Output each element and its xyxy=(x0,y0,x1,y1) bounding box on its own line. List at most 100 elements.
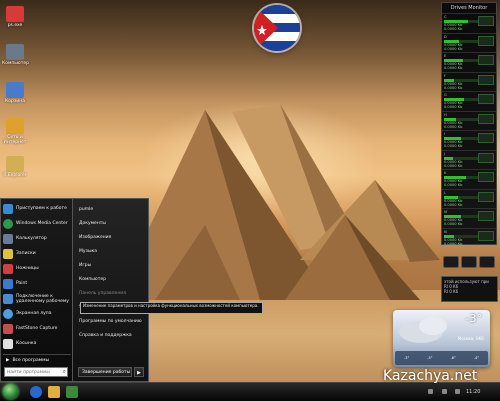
cards-icon xyxy=(3,338,13,349)
drive-graph xyxy=(478,230,494,241)
app-icon xyxy=(6,156,24,172)
watermark-text: Kazachya.net xyxy=(383,368,478,384)
program-paint[interactable]: Paint xyxy=(3,277,71,290)
link-user[interactable]: pumle xyxy=(79,207,93,212)
explorer-icon[interactable] xyxy=(48,386,60,398)
program-getting-started[interactable]: Приступаем к работе xyxy=(3,202,71,215)
program-snipping-tool[interactable]: Ножницы xyxy=(3,262,71,275)
link-help[interactable]: Справка и поддержка xyxy=(79,333,132,338)
cuba-flag-badge[interactable] xyxy=(254,5,300,51)
drive-graph xyxy=(478,55,494,65)
start-button[interactable] xyxy=(3,384,18,399)
gadget-next-button[interactable] xyxy=(479,256,495,268)
program-sticky-notes[interactable]: Записки xyxy=(3,247,71,260)
link-pictures[interactable]: Изображения xyxy=(79,235,111,240)
drive-row: I 0.0000 Kb 0.0000 Kb xyxy=(442,130,496,150)
desktop-icon-3[interactable]: Корзина xyxy=(2,82,28,104)
magnifier-icon xyxy=(3,308,13,319)
weather-temp: -3° xyxy=(465,312,482,325)
drive-row: M 0.0000 Kb 0.0000 Kb xyxy=(442,208,496,228)
drive-write: 0.0000 Kb xyxy=(444,183,463,187)
drive-graph xyxy=(478,191,494,202)
media-player-icon[interactable] xyxy=(66,386,78,398)
drive-graph xyxy=(478,16,494,26)
gadget-prev-button[interactable] xyxy=(443,256,459,268)
clock[interactable]: 11:20 xyxy=(466,389,480,395)
paint-icon xyxy=(3,278,13,289)
getting-started-icon xyxy=(3,203,13,214)
media-center-icon xyxy=(3,218,13,229)
desktop-icon-1[interactable]: ps.exe xyxy=(2,6,28,28)
drive-row: G 0.0000 Kb 0.0000 Kb xyxy=(442,91,496,111)
drive-graph xyxy=(478,113,494,124)
link-control-panel[interactable]: Панель управления xyxy=(79,291,126,296)
computer-icon xyxy=(6,44,24,60)
recycle-bin-icon xyxy=(6,82,24,98)
drive-write: 0.0000 Kb xyxy=(444,124,463,129)
desktop-icon-2[interactable]: Компьютер xyxy=(2,44,29,66)
program-faststone[interactable]: FastStone Capture xyxy=(3,322,71,335)
program-magnifier[interactable]: Экранная лупа xyxy=(3,307,71,320)
shutdown-options-icon[interactable]: ▶ xyxy=(134,367,144,377)
link-computer[interactable]: Компьютер xyxy=(79,277,106,282)
all-programs-button[interactable]: ▶ Все программы xyxy=(3,354,71,365)
app-icon xyxy=(6,6,24,22)
drive-graph xyxy=(478,172,494,182)
search-box[interactable]: ⌕ xyxy=(4,367,68,377)
search-input[interactable] xyxy=(5,368,59,376)
sticky-notes-icon xyxy=(3,248,13,259)
network-tray-icon[interactable] xyxy=(428,389,433,394)
cpu-gadget[interactable]: этой используют при RI 0 K6 RI 0 K6 xyxy=(441,276,498,302)
drive-graph xyxy=(478,74,494,85)
scissors-icon xyxy=(3,263,13,274)
drive-row: C 0.0000 Kb 0.0000 Kb xyxy=(442,13,496,33)
calculator-icon xyxy=(3,233,13,244)
drive-write: 0.0000 Kb xyxy=(444,222,463,226)
taskbar: 11:20 xyxy=(0,382,500,401)
start-menu-programs-pane: Приступаем к работе Windows Media Center… xyxy=(0,198,72,382)
program-media-center[interactable]: Windows Media Center xyxy=(3,217,71,230)
link-games[interactable]: Игры xyxy=(79,263,91,268)
drives-monitor-gadget[interactable]: Drives Monitor C 0.0000 Kb 0.0000 Kb D 0.000… xyxy=(441,2,497,247)
drive-row: N 0.0000 Kb 0.0000 Kb xyxy=(442,227,496,248)
weather-gadget[interactable]: -3° Москва, UKR -3° -5° -6° -4° xyxy=(393,310,490,367)
program-remote-desktop[interactable]: Подключение к удаленному рабочему xyxy=(3,292,71,305)
drive-write: 0.0000 Kb xyxy=(444,163,463,168)
drive-row: H 0.0000 Kb 0.0000 Kb xyxy=(442,110,496,131)
drive-write: 0.0000 Kb xyxy=(444,144,463,148)
volume-tray-icon[interactable] xyxy=(441,389,447,394)
faststone-icon xyxy=(3,323,13,334)
remote-desktop-icon xyxy=(3,293,13,304)
gadget-play-button[interactable] xyxy=(461,256,477,268)
cpu-line-3: RI 0 K6 xyxy=(444,289,459,294)
ie-icon[interactable] xyxy=(30,386,42,398)
cloud-icon xyxy=(399,317,447,343)
drive-write: 0.0000 Kb xyxy=(444,66,463,70)
search-icon[interactable]: ⌕ xyxy=(63,368,66,376)
drive-write: 0.0000 Kb xyxy=(444,46,463,51)
drive-row: K 0.0000 Kb 0.0000 Kb xyxy=(442,169,496,189)
tooltip: Изменение параметров и настройка функцио… xyxy=(80,302,263,314)
flag-tray-icon[interactable] xyxy=(455,389,460,394)
drive-graph xyxy=(478,152,494,163)
drive-write: 0.0000 Kb xyxy=(444,85,463,90)
flag-icon xyxy=(254,5,300,51)
link-music[interactable]: Музыка xyxy=(79,249,97,254)
desktop-icon-4[interactable]: Сеть и Интернет xyxy=(2,118,28,145)
drive-graph xyxy=(478,94,494,104)
forecast-day: -6° xyxy=(450,356,456,360)
program-calculator[interactable]: Калькулятор xyxy=(3,232,71,245)
link-default-programs[interactable]: Программы по умолчанию xyxy=(79,319,142,324)
desktop-icon-5[interactable]: R Explorer xyxy=(2,156,28,178)
drive-graph xyxy=(478,211,494,221)
drive-row: J 0.0000 Kb 0.0000 Kb xyxy=(442,149,496,170)
gadget-title: Drives Monitor xyxy=(450,5,488,11)
shutdown-button[interactable]: Завершение работы xyxy=(78,367,132,377)
drive-row: L 0.0000 Kb 0.0000 Kb xyxy=(442,188,496,209)
program-solitaire[interactable]: Косынка xyxy=(3,337,71,350)
forecast-day: -3° xyxy=(404,356,410,360)
drive-graph xyxy=(478,133,494,143)
drive-list: C 0.0000 Kb 0.0000 Kb D 0.0000 Kb 0.0000 Kb E 0… xyxy=(442,13,496,247)
link-documents[interactable]: Документы xyxy=(79,221,106,226)
gadget-controls xyxy=(443,256,495,268)
